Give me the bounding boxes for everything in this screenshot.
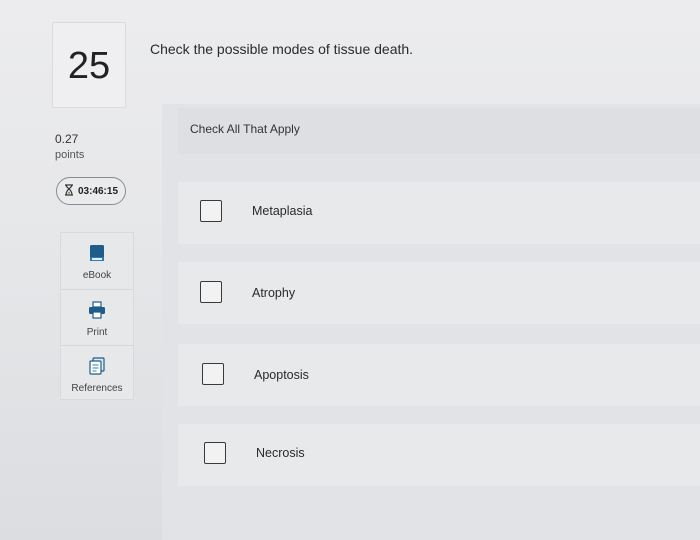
question-prompt: Check the possible modes of tissue death… (150, 41, 414, 57)
checkbox[interactable] (200, 200, 222, 222)
timer-badge[interactable]: 03:46:15 (56, 177, 126, 205)
print-button[interactable]: Print (61, 289, 133, 346)
option-metaplasia[interactable]: Metaplasia (178, 182, 700, 244)
checkbox[interactable] (204, 442, 226, 464)
ebook-label: eBook (82, 270, 112, 281)
references-button[interactable]: References (61, 345, 133, 400)
instruction-label: Check All That Apply (190, 122, 300, 136)
checkbox[interactable] (200, 281, 222, 303)
option-necrosis[interactable]: Necrosis (178, 424, 700, 486)
printer-icon (87, 290, 107, 327)
option-apoptosis[interactable]: Apoptosis (178, 344, 700, 406)
hourglass-icon (64, 183, 74, 199)
points-label: points (55, 149, 85, 161)
references-icon (87, 346, 107, 383)
print-label: Print (86, 327, 108, 338)
option-label: Atrophy (252, 286, 296, 300)
question-number: 25 (67, 45, 111, 87)
points-value: 0.27 (55, 132, 79, 146)
ebook-button[interactable]: eBook (61, 233, 133, 289)
option-label: Apoptosis (254, 368, 309, 382)
timer-text: 03:46:15 (77, 185, 119, 197)
question-number-box: 25 (52, 22, 126, 108)
tools-panel: eBook Print References (60, 232, 134, 400)
option-atrophy[interactable]: Atrophy (178, 262, 700, 324)
option-label: Metaplasia (252, 204, 313, 218)
book-icon (87, 233, 107, 270)
references-label: References (71, 383, 123, 394)
option-label: Necrosis (256, 446, 305, 460)
checkbox[interactable] (202, 363, 224, 385)
